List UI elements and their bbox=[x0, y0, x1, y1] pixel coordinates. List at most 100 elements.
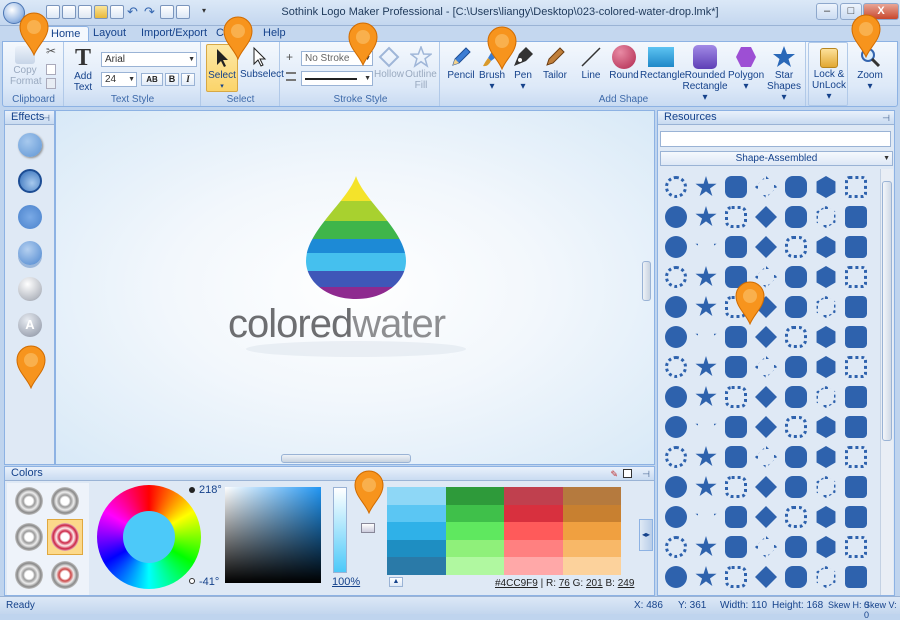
shape-resource-item[interactable] bbox=[662, 443, 690, 471]
shape-resource-item[interactable] bbox=[812, 383, 840, 411]
shape-resource-item[interactable] bbox=[692, 233, 720, 261]
rectangle-tool-button[interactable]: Rectangle bbox=[640, 45, 685, 81]
link-icon[interactable] bbox=[361, 523, 375, 533]
shape-resource-item[interactable] bbox=[722, 353, 750, 381]
shape-resource-item[interactable] bbox=[782, 503, 810, 531]
shape-resource-item[interactable] bbox=[812, 563, 840, 591]
shape-resource-item[interactable] bbox=[752, 353, 780, 381]
shape-resource-item[interactable] bbox=[842, 263, 870, 291]
shape-resource-item[interactable] bbox=[782, 413, 810, 441]
palette-swatch[interactable] bbox=[504, 504, 563, 523]
shape-resource-item[interactable] bbox=[812, 503, 840, 531]
shape-resource-item[interactable] bbox=[812, 233, 840, 261]
palette-expand-icon[interactable]: ▲ bbox=[389, 577, 403, 587]
shape-resource-item[interactable] bbox=[812, 443, 840, 471]
opacity-value[interactable]: 100% bbox=[332, 576, 360, 588]
export-icon[interactable] bbox=[176, 5, 190, 19]
shape-resource-item[interactable] bbox=[842, 323, 870, 351]
palette-swatch[interactable] bbox=[504, 522, 563, 540]
shape-resource-item[interactable] bbox=[692, 263, 720, 291]
shape-resource-item[interactable] bbox=[692, 503, 720, 531]
palette-swatch[interactable] bbox=[445, 522, 504, 540]
palette-swatch[interactable] bbox=[387, 539, 446, 558]
add-text-button[interactable]: T Add Text bbox=[69, 46, 97, 93]
shape-resource-item[interactable] bbox=[782, 233, 810, 261]
effect-bevel-icon[interactable] bbox=[18, 277, 42, 301]
font-size-select[interactable]: 24 ▼ bbox=[101, 72, 137, 87]
panel-collapse-icon[interactable]: ◂▸ bbox=[639, 519, 653, 551]
palette-swatch[interactable] bbox=[562, 557, 621, 575]
effect-shadow-icon[interactable] bbox=[18, 133, 42, 157]
resources-scrollbar-thumb[interactable] bbox=[882, 181, 892, 441]
palette-swatch[interactable] bbox=[445, 487, 504, 505]
resource-search-input[interactable] bbox=[660, 131, 891, 147]
palette-swatch[interactable] bbox=[562, 539, 621, 558]
shape-resource-item[interactable] bbox=[752, 413, 780, 441]
shape-resource-item[interactable] bbox=[812, 323, 840, 351]
palette-swatch[interactable] bbox=[504, 539, 563, 558]
vertical-scrollbar[interactable] bbox=[642, 261, 651, 301]
shape-resource-item[interactable] bbox=[842, 413, 870, 441]
pin-icon[interactable]: ⊣ bbox=[42, 112, 50, 125]
shape-resource-item[interactable] bbox=[752, 173, 780, 201]
shape-resource-item[interactable] bbox=[692, 173, 720, 201]
shape-resource-item[interactable] bbox=[842, 443, 870, 471]
minimize-button[interactable]: – bbox=[816, 3, 838, 20]
shape-resource-item[interactable] bbox=[752, 563, 780, 591]
palette-swatch[interactable] bbox=[387, 522, 446, 540]
shape-resource-item[interactable] bbox=[722, 323, 750, 351]
stroke-add-icon[interactable]: + bbox=[286, 51, 293, 63]
shape-resource-item[interactable] bbox=[692, 293, 720, 321]
palette-swatch[interactable] bbox=[445, 539, 504, 558]
shape-resource-item[interactable] bbox=[752, 503, 780, 531]
shape-resource-item[interactable] bbox=[842, 473, 870, 501]
logo-artwork[interactable] bbox=[56, 111, 656, 466]
print-icon[interactable] bbox=[78, 5, 92, 19]
character-spacing-button[interactable]: AB bbox=[141, 73, 163, 86]
polygon-tool-button[interactable]: Polygon ▾ bbox=[728, 45, 764, 92]
shape-resource-item[interactable] bbox=[842, 293, 870, 321]
shape-resource-item[interactable] bbox=[812, 203, 840, 231]
shape-resource-item[interactable] bbox=[662, 173, 690, 201]
palette-swatch[interactable] bbox=[387, 557, 446, 575]
gradient-linear-icon[interactable] bbox=[15, 523, 43, 551]
hue-handle[interactable] bbox=[189, 487, 195, 493]
shape-resource-item[interactable] bbox=[782, 173, 810, 201]
shape-resource-item[interactable] bbox=[752, 323, 780, 351]
shape-resource-item[interactable] bbox=[722, 173, 750, 201]
palette-swatch[interactable] bbox=[504, 487, 563, 505]
blue-value[interactable]: 249 bbox=[618, 578, 635, 589]
shape-resource-item[interactable] bbox=[722, 233, 750, 261]
tab-import-export[interactable]: Import/Export bbox=[133, 26, 215, 42]
shape-resource-item[interactable] bbox=[782, 263, 810, 291]
shape-resource-item[interactable] bbox=[662, 203, 690, 231]
effect-reflection-icon[interactable] bbox=[18, 241, 42, 265]
preview-icon[interactable] bbox=[160, 5, 174, 19]
horizontal-scrollbar[interactable] bbox=[281, 454, 411, 463]
shape-resource-item[interactable] bbox=[692, 563, 720, 591]
tab-layout[interactable]: Layout bbox=[85, 26, 134, 42]
gradient-conical-icon[interactable] bbox=[15, 561, 43, 589]
shape-resource-item[interactable] bbox=[662, 533, 690, 561]
undo-icon[interactable]: ↶ bbox=[127, 4, 138, 20]
shape-resource-item[interactable] bbox=[782, 473, 810, 501]
shape-resource-item[interactable] bbox=[842, 233, 870, 261]
tab-help[interactable]: Help bbox=[255, 26, 294, 42]
save-as-icon[interactable] bbox=[110, 5, 124, 19]
palette-swatch[interactable] bbox=[387, 487, 446, 505]
shape-resource-item[interactable] bbox=[722, 203, 750, 231]
shape-resource-item[interactable] bbox=[662, 413, 690, 441]
lock-unlock-button[interactable]: Lock & UnLock ▾ bbox=[811, 46, 847, 102]
shape-resource-item[interactable] bbox=[812, 533, 840, 561]
palette-swatch[interactable] bbox=[562, 487, 621, 505]
shape-resource-item[interactable] bbox=[842, 563, 870, 591]
palette-swatch[interactable] bbox=[562, 504, 621, 523]
shape-resource-item[interactable] bbox=[752, 533, 780, 561]
effect-glow-icon[interactable] bbox=[18, 205, 42, 229]
hue-color-wheel[interactable] bbox=[97, 485, 201, 589]
shape-resource-item[interactable] bbox=[722, 563, 750, 591]
palette-swatch[interactable] bbox=[387, 504, 446, 523]
shape-resource-item[interactable] bbox=[842, 173, 870, 201]
angle-handle[interactable] bbox=[189, 578, 195, 584]
palette-swatch[interactable] bbox=[504, 557, 563, 575]
